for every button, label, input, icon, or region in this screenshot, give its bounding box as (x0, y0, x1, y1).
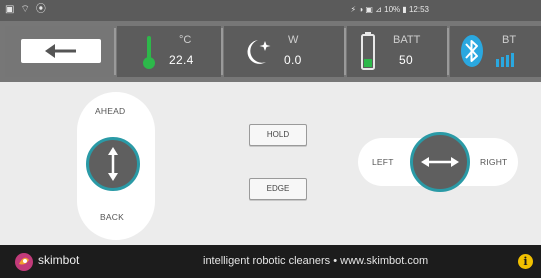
ahead-back-handle[interactable] (86, 137, 140, 191)
temperature-unit: °C (179, 34, 192, 46)
info-icon[interactable]: i (518, 254, 533, 269)
header-divider (344, 28, 346, 75)
vertical-arrows-icon (108, 147, 118, 181)
bluetooth-unit: BT (502, 34, 517, 46)
horizontal-arrows-icon (421, 157, 459, 167)
signal-bar (501, 57, 504, 67)
header-divider (114, 28, 116, 75)
back-label: BACK (100, 212, 124, 222)
screenshot-icon: ▣ (5, 4, 15, 15)
cast-icon: ⌔ (20, 4, 30, 15)
left-label: LEFT (372, 157, 394, 167)
power-value: 0.0 (284, 53, 302, 67)
temperature-value: 22.4 (169, 53, 194, 67)
back-tile (5, 26, 113, 77)
battery-value: 50 (399, 53, 413, 67)
brand-name: skimbot (38, 253, 80, 267)
power-tile: W 0.0 (224, 26, 344, 77)
skimbot-logo-icon (15, 253, 33, 271)
thermometer-icon (143, 36, 155, 69)
ahead-label: AHEAD (95, 106, 126, 116)
footer-tagline: intelligent robotic cleaners • www.skimb… (203, 255, 429, 267)
status-right: ⚡ ◑ ▣ ⊿ 10% ▮ 12:53 (350, 5, 429, 14)
header-divider (221, 28, 223, 75)
signal-bar (511, 53, 514, 67)
back-button[interactable] (21, 39, 101, 63)
signal-bar (496, 59, 499, 67)
ahead-back-slider[interactable]: AHEAD BACK (77, 92, 155, 240)
moon-sparkle-icon (247, 40, 271, 64)
left-arrow-icon (45, 44, 76, 58)
battery-unit: BATT (393, 34, 421, 46)
footer-bar: skimbot intelligent robotic cleaners • w… (0, 245, 541, 278)
left-right-slider[interactable]: LEFT RIGHT (358, 132, 518, 192)
status-bar: ▣ ⌔ ⦿ ⚡ ◑ ▣ ⊿ 10% ▮ 12:53 (0, 0, 541, 21)
left-right-handle[interactable] (410, 132, 470, 192)
bluetooth-tile: BT (450, 26, 541, 77)
header-divider (447, 28, 449, 75)
battery-tile: BATT 50 (347, 26, 447, 77)
bluetooth-icon (461, 35, 483, 67)
power-unit: W (288, 34, 299, 46)
signal-bar (506, 55, 509, 67)
location-icon: ⦿ (35, 4, 46, 15)
hold-button[interactable]: HOLD (249, 124, 307, 146)
right-label: RIGHT (480, 157, 508, 167)
bluetooth-signal-bars (496, 53, 514, 67)
status-left-icons: ▣ ⌔ ⦿ (5, 4, 46, 16)
battery-icon (361, 32, 375, 70)
temperature-tile: °C 22.4 (117, 26, 221, 77)
edge-button[interactable]: EDGE (249, 178, 307, 200)
